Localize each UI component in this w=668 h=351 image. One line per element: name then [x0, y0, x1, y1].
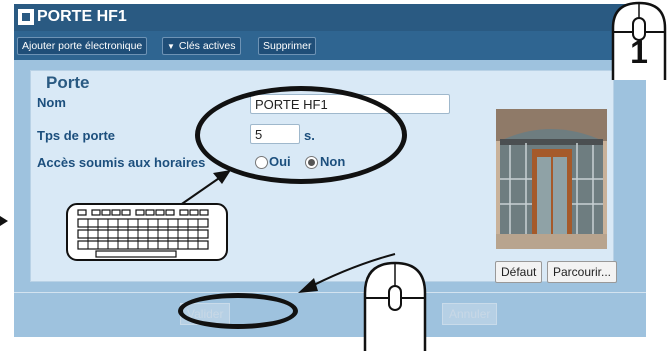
mouse-icon	[363, 261, 427, 351]
step-number: 1	[630, 34, 648, 70]
keyboard-icon	[66, 203, 228, 261]
annotation-arrows	[0, 170, 396, 293]
